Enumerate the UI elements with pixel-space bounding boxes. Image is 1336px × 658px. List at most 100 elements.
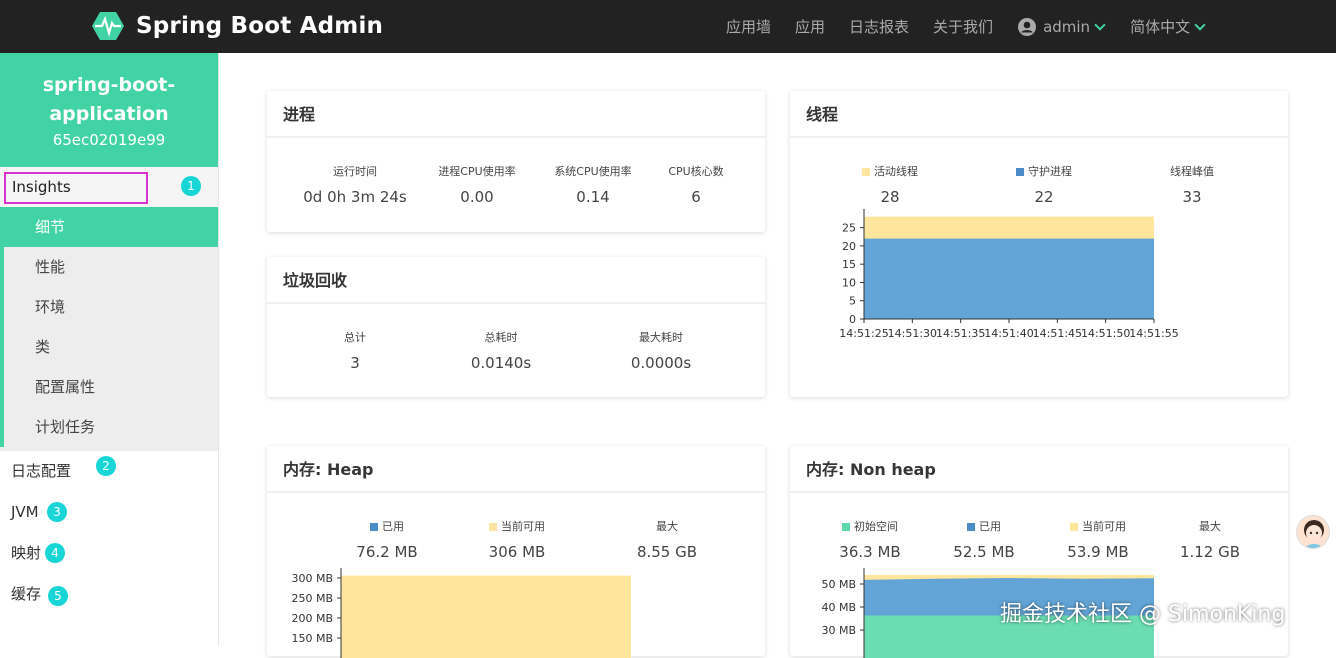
card-title: 进程 xyxy=(267,91,765,138)
x-tick-label: 14:51:30 xyxy=(888,327,937,340)
stat-value: 53.9 MB xyxy=(1067,543,1129,561)
legend-swatch xyxy=(1070,523,1078,531)
x-tick-label: 14:51:35 xyxy=(936,327,985,340)
heartbeat-logo-icon xyxy=(92,12,124,40)
sidebar-item-loggers[interactable]: 日志配置 2 xyxy=(0,451,218,492)
x-tick-label: 14:51:55 xyxy=(1129,327,1178,340)
stat-process-cpu: 进程CPU使用率 0.00 xyxy=(419,163,535,206)
brand[interactable]: Spring Boot Admin xyxy=(92,11,383,41)
sidebar-item-scheduled-tasks[interactable]: 计划任务 xyxy=(0,407,218,447)
insights-label: Insights xyxy=(4,172,148,204)
y-tick-label: 300 MB xyxy=(291,572,333,585)
app-name-line2: application xyxy=(49,103,169,125)
sidebar-item-insights[interactable]: Insights 1 xyxy=(0,167,218,207)
step-badge-4: 4 xyxy=(45,543,65,563)
user-circle-icon xyxy=(1018,17,1037,36)
sidebar-item-label: JVM xyxy=(11,503,39,521)
sidebar-item-caches[interactable]: 缓存 5 xyxy=(0,574,218,615)
sidebar-item-mappings[interactable]: 映射 4 xyxy=(0,533,218,574)
watermark: 掘金技术社区 @ SimonKing xyxy=(1000,602,1286,627)
sidebar: spring-boot- application 65ec02019e99 In… xyxy=(0,53,219,646)
stat-label: 系统CPU使用率 xyxy=(554,165,632,178)
y-tick-label: 10 xyxy=(842,276,856,289)
stat-value: 1.12 GB xyxy=(1179,543,1241,561)
stat-value: 28 xyxy=(880,188,900,206)
top-navbar: Spring Boot Admin 应用墙 应用 日志报表 关于我们 admin… xyxy=(0,0,1336,53)
step-badge-3: 3 xyxy=(47,502,67,522)
card-title: 内存: Heap xyxy=(267,446,765,493)
user-menu[interactable]: admin xyxy=(1017,17,1106,37)
user-name: admin xyxy=(1043,17,1091,36)
stat-value: 22 xyxy=(1034,188,1054,206)
y-tick-label: 15 xyxy=(842,258,856,271)
stat-label: 已用 xyxy=(979,520,1001,533)
sidebar-item-config-props[interactable]: 配置属性 xyxy=(0,367,218,407)
stat-label: 活动线程 xyxy=(874,165,918,178)
step-badge-1: 1 xyxy=(181,176,201,196)
legend-swatch xyxy=(967,523,975,531)
gc-card: 垃圾回收 总计 3 总耗时 0.0140s 最大耗时 0.0000s xyxy=(267,257,765,397)
sidebar-item-jvm[interactable]: JVM 3 xyxy=(0,492,218,533)
stat-label: 总耗时 xyxy=(484,331,518,344)
stat-peak-threads: 线程峰值 33 xyxy=(1132,163,1252,206)
legend-swatch xyxy=(489,523,497,531)
step-badge-5: 5 xyxy=(48,586,68,606)
legend-swatch xyxy=(842,523,850,531)
y-tick-label: 40 MB xyxy=(821,601,856,614)
heap-area-chart: 300 MB 250 MB 200 MB 150 MB xyxy=(291,568,631,658)
insights-group: Insights 1 细节 性能 环境 类 配置属性 计划任务 xyxy=(0,167,218,451)
y-tick-label: 250 MB xyxy=(291,592,333,605)
y-tick-label: 25 xyxy=(842,222,856,235)
sidebar-item-details[interactable]: 细节 xyxy=(0,207,218,247)
stat-value: 8.55 GB xyxy=(636,543,698,561)
sidebar-item-classes[interactable]: 类 xyxy=(0,327,218,367)
stat-label: 最大 xyxy=(1199,520,1221,533)
nav-applications[interactable]: 应用 xyxy=(795,16,825,37)
card-title: 内存: Non heap xyxy=(790,446,1288,493)
legend-swatch xyxy=(862,168,870,176)
stat-gc-total-time: 总耗时 0.0140s xyxy=(441,329,561,372)
stat-label: 最大 xyxy=(656,520,678,533)
stat-heap-used: 已用 76.2 MB xyxy=(327,518,447,561)
stat-label: 初始空间 xyxy=(854,520,898,533)
stat-nonheap-used: 已用 52.5 MB xyxy=(924,518,1044,561)
app-header: spring-boot- application 65ec02019e99 xyxy=(0,53,218,167)
x-tick-label: 14:51:50 xyxy=(1081,327,1130,340)
stat-value: 0.00 xyxy=(460,188,494,206)
stat-heap-committed: 当前可用 306 MB xyxy=(457,518,577,561)
assistant-avatar[interactable] xyxy=(1296,515,1330,549)
app-instance-id: 65ec02019e99 xyxy=(52,131,166,149)
nav-log-report[interactable]: 日志报表 xyxy=(849,16,909,37)
stat-label: 守护进程 xyxy=(1028,165,1072,178)
stat-label: 进程CPU使用率 xyxy=(438,165,516,178)
stat-value: 0d 0h 3m 24s xyxy=(303,188,407,206)
step-badge-2: 2 xyxy=(96,456,116,476)
stat-nonheap-max: 最大 1.12 GB xyxy=(1150,518,1270,561)
nav-about[interactable]: 关于我们 xyxy=(933,16,993,37)
language-menu[interactable]: 简体中文 xyxy=(1130,16,1206,37)
brand-title: Spring Boot Admin xyxy=(136,13,384,39)
stat-gc-count: 总计 3 xyxy=(291,329,419,372)
stat-label: 当前可用 xyxy=(501,520,545,533)
nav-app-wall[interactable]: 应用墙 xyxy=(726,16,771,37)
process-card: 进程 运行时间 0d 0h 3m 24s 进程CPU使用率 0.00 系统CPU… xyxy=(267,91,765,232)
stat-nonheap-init: 初始空间 36.3 MB xyxy=(810,518,930,561)
stat-label: 已用 xyxy=(382,520,404,533)
stat-value: 0.14 xyxy=(576,188,610,206)
stat-system-cpu: 系统CPU使用率 0.14 xyxy=(535,163,651,206)
stat-value: 33 xyxy=(1182,188,1202,206)
y-tick-label: 150 MB xyxy=(291,632,333,645)
legend-swatch xyxy=(1016,168,1024,176)
stat-value: 306 MB xyxy=(488,543,546,561)
sidebar-item-metrics[interactable]: 性能 xyxy=(0,247,218,287)
stat-live-threads: 活动线程 28 xyxy=(830,163,950,206)
card-title: 线程 xyxy=(790,91,1288,138)
stat-label: 总计 xyxy=(344,331,366,344)
x-tick-label: 14:51:40 xyxy=(984,327,1033,340)
threads-area-chart: 051015202514:51:2514:51:3014:51:3514:51:… xyxy=(839,209,1179,340)
stat-value: 0.0140s xyxy=(470,354,532,372)
x-tick-label: 14:51:45 xyxy=(1033,327,1082,340)
threads-card: 线程 活动线程 28 守护进程 22 线程峰值 33 0 5 10 15 20 25 14:… xyxy=(790,91,1288,397)
stat-label: 最大耗时 xyxy=(639,331,683,344)
sidebar-item-environment[interactable]: 环境 xyxy=(0,287,218,327)
